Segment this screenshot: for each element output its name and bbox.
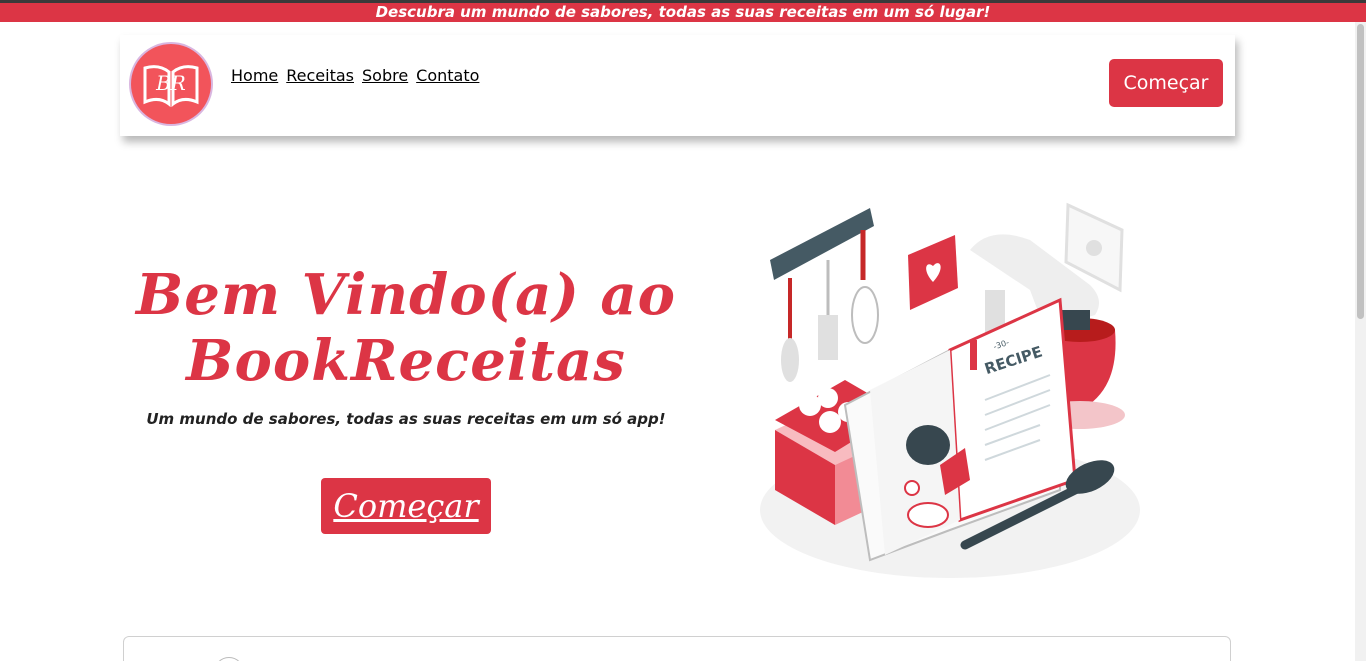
nav-link-home[interactable]: Home <box>231 66 278 85</box>
hero-title-line2: BookReceitas <box>186 328 626 394</box>
promo-banner: Descubra um mundo de sabores, todas as s… <box>0 3 1366 22</box>
book-logo-icon: BR <box>143 65 199 108</box>
hero-start-button[interactable]: Começar <box>321 478 491 534</box>
content-card <box>123 636 1231 661</box>
scrollbar[interactable] <box>1355 22 1366 661</box>
navbar: BR Home Receitas Sobre Contato Começar <box>120 35 1235 136</box>
hero-title-line1: Bem Vindo(a) ao <box>135 262 677 328</box>
nav-start-button[interactable]: Começar <box>1109 59 1223 107</box>
heart-bubble-icon <box>908 235 958 310</box>
nav-link-sobre[interactable]: Sobre <box>362 66 408 85</box>
hero-title: Bem Vindo(a) ao BookReceitas <box>130 262 682 394</box>
logo-text: BR <box>155 71 186 95</box>
scrollbar-thumb[interactable] <box>1357 24 1364 319</box>
nav-links: Home Receitas Sobre Contato <box>231 66 479 85</box>
brand-logo[interactable]: BR <box>131 44 211 124</box>
hero-subtitle: Um mundo de sabores, todas as suas recei… <box>146 410 666 428</box>
avatar <box>214 657 244 661</box>
nav-link-receitas[interactable]: Receitas <box>286 66 354 85</box>
recipe-illustration: RECIPE -30- <box>750 190 1150 585</box>
utensil-rack-icon <box>770 208 879 382</box>
nav-link-contato[interactable]: Contato <box>416 66 479 85</box>
